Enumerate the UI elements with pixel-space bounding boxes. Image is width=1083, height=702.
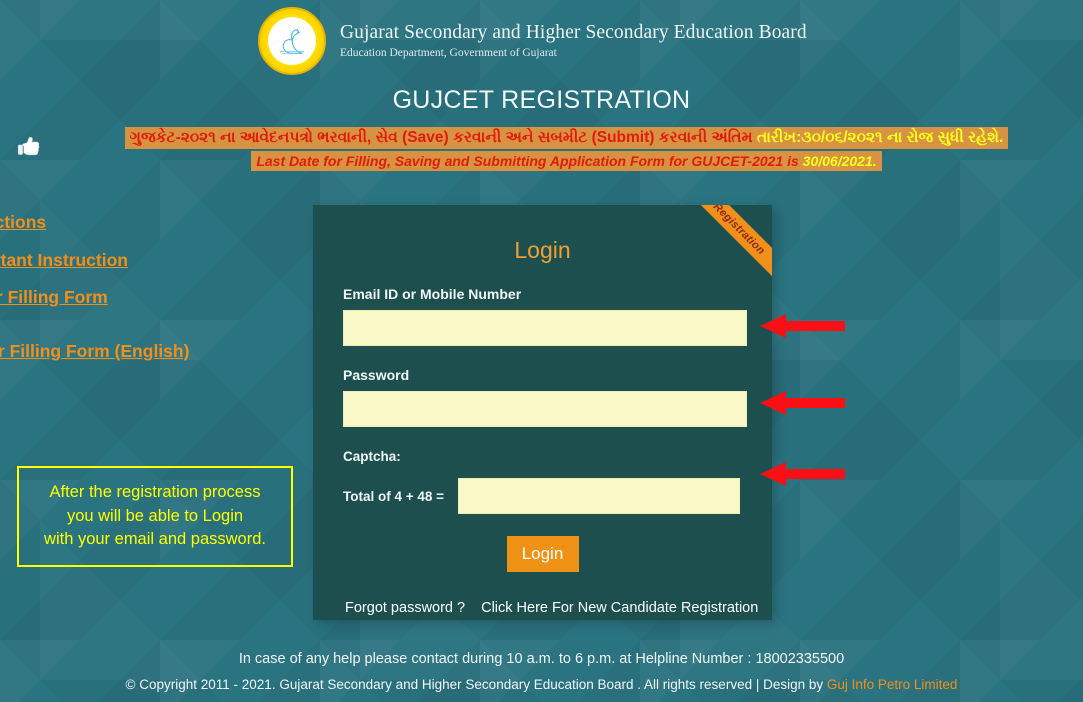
gseb-logo-icon bbox=[258, 7, 326, 75]
vendor-link[interactable]: Guj Info Petro Limited bbox=[827, 677, 958, 692]
notice-line-english: Last Date for Filling, Saving and Submit… bbox=[50, 151, 1083, 171]
helpline-text: In case of any help please contact durin… bbox=[238, 651, 845, 667]
instruction-links: Instructions Important Instruction Steps… bbox=[0, 210, 230, 360]
gujcet-registration-page: Gujarat Secondary and Higher Secondary E… bbox=[0, 0, 1083, 702]
email-input[interactable] bbox=[343, 310, 747, 346]
email-label: Email ID or Mobile Number bbox=[343, 286, 522, 302]
login-heading: Login bbox=[514, 237, 571, 263]
login-button[interactable]: Login bbox=[506, 536, 579, 572]
captcha-label: Captcha: bbox=[343, 449, 401, 464]
notice-line-gujarati: ગુજકેટ-૨૦૨૧ ના આવેદનપત્રો ભરવાની, સેવ (S… bbox=[50, 127, 1083, 149]
link-steps-for-filling-form-english[interactable]: Steps For Filling Form (English) bbox=[0, 342, 230, 361]
page-title: GUJCET REGISTRATION bbox=[392, 86, 691, 114]
pointing-hand-icon bbox=[17, 137, 40, 156]
site-footer: In case of any help please contact durin… bbox=[0, 651, 1083, 692]
notice-english-red: Last Date for Filling, Saving and Submit… bbox=[256, 153, 803, 169]
copyright-text: © Copyright 2011 - 2021. Gujarat Seconda… bbox=[0, 677, 1083, 692]
note-line-3: with your email and password. bbox=[44, 530, 266, 549]
notice-banner: ગુજકેટ-૨૦૨૧ ના આવેદનપત્રો ભરવાની, સેવ (S… bbox=[0, 127, 1083, 185]
registration-note-box: After the registration process you will … bbox=[17, 466, 293, 567]
password-input[interactable] bbox=[343, 391, 747, 427]
board-subtitle: Education Department, Government of Guja… bbox=[340, 46, 557, 59]
left-arrow-icon-captcha bbox=[760, 462, 845, 486]
notice-gujarati-red: ગુજકેટ-૨૦૨૧ ના આવેદનપત્રો ભરવાની, સેવ (S… bbox=[129, 129, 757, 146]
notice-english-yellow: 30/06/2021. bbox=[802, 153, 877, 169]
login-form: Email ID or Mobile Number Password Captc… bbox=[313, 264, 772, 616]
forgot-password-link[interactable]: Forgot password ? bbox=[345, 600, 465, 616]
new-candidate-registration-link[interactable]: Click Here For New Candidate Registratio… bbox=[481, 600, 758, 616]
left-arrow-icon-password bbox=[760, 391, 845, 415]
captcha-question: Total of 4 + 48 = bbox=[343, 488, 445, 504]
notice-gujarati-yellow: તારીખ:૩૦/૦૬/૨૦૨૧ ના રોજ સુધી રહેશે. bbox=[756, 129, 1004, 146]
login-panel: Registration Login Email ID or Mobile Nu… bbox=[313, 205, 772, 620]
copyright-label: © Copyright 2011 - 2021. Gujarat Seconda… bbox=[125, 677, 827, 692]
link-instructions[interactable]: Instructions bbox=[0, 213, 230, 232]
site-header: Gujarat Secondary and Higher Secondary E… bbox=[0, 0, 1083, 82]
login-footer-links: Forgot password ? Click Here For New Can… bbox=[343, 600, 758, 616]
password-label: Password bbox=[343, 367, 410, 383]
note-line-2: you will be able to Login bbox=[66, 506, 244, 525]
left-arrow-icon-email bbox=[760, 314, 845, 338]
link-steps-for-filling-form[interactable]: Steps For Filling Form bbox=[0, 288, 230, 307]
board-title: Gujarat Secondary and Higher Secondary E… bbox=[340, 22, 807, 44]
note-line-1: After the registration process bbox=[49, 482, 261, 501]
captcha-row: Total of 4 + 48 = bbox=[343, 478, 742, 514]
swan-emblem-icon bbox=[279, 29, 305, 55]
captcha-input[interactable] bbox=[458, 478, 741, 514]
link-important-instruction[interactable]: Important Instruction bbox=[0, 251, 230, 270]
